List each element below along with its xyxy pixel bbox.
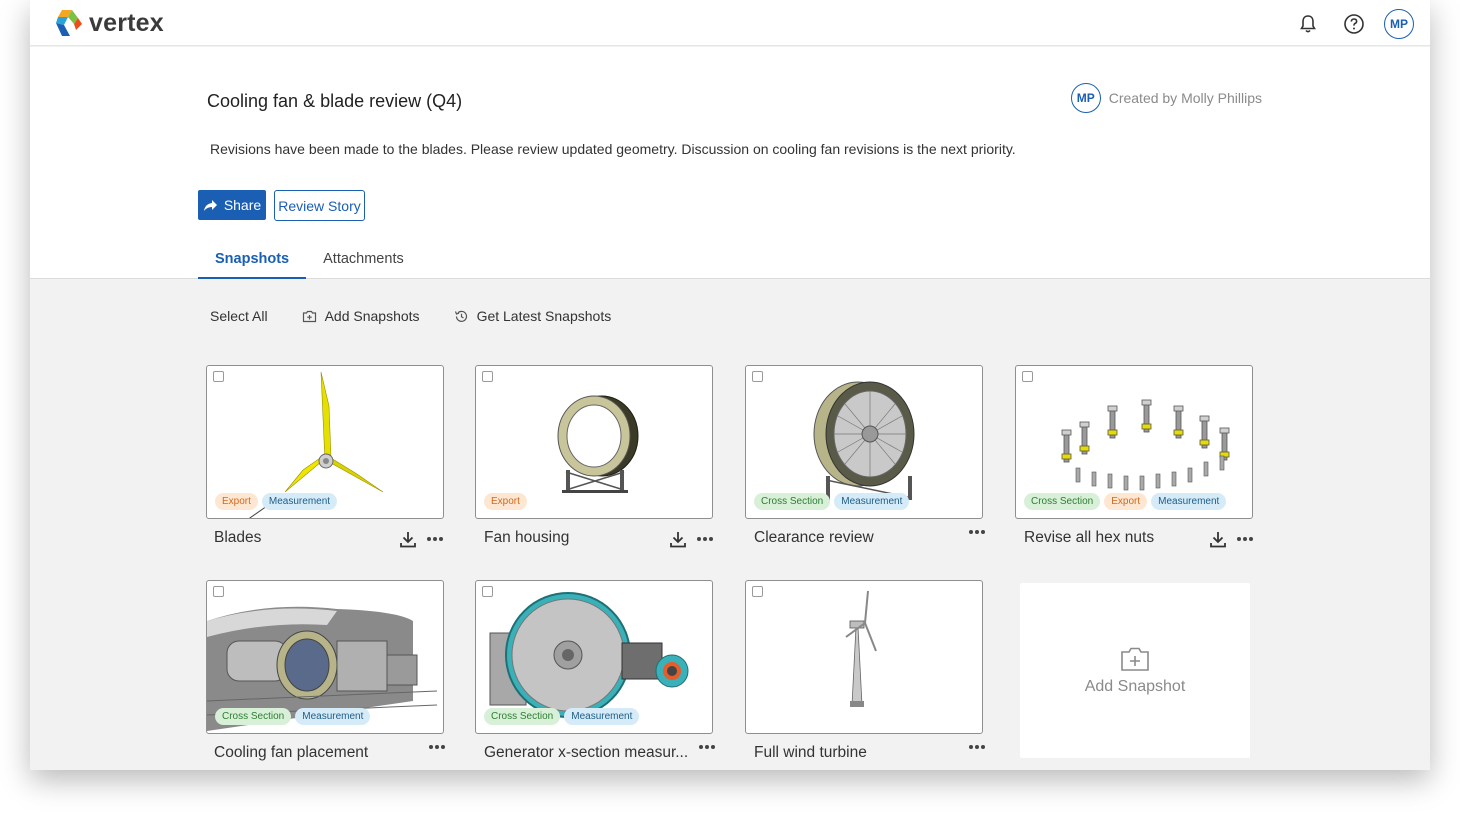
snapshot-checkbox[interactable] <box>752 586 763 597</box>
download-icon[interactable] <box>668 529 688 549</box>
snapshot-label[interactable]: Cooling fan placement <box>214 744 394 762</box>
tag-cross-section: Cross Section <box>484 708 561 725</box>
help-icon <box>1344 14 1364 34</box>
snapshot-checkbox[interactable] <box>213 371 224 382</box>
review-story-button[interactable]: Review Story <box>274 190 365 221</box>
story-title: Cooling fan & blade review (Q4) <box>207 91 463 111</box>
more-options-icon[interactable] <box>698 744 716 750</box>
tab-snapshots[interactable]: Snapshots <box>198 243 307 279</box>
snapshot-card-generator-x-section[interactable]: Cross Section Measurement <box>475 580 713 734</box>
more-options-icon[interactable] <box>696 536 714 542</box>
creator-info: MP Created by Molly Phillips <box>1070 83 1262 113</box>
add-snapshot-card[interactable]: Add Snapshot <box>1020 583 1250 758</box>
created-by-text: Created by Molly Phillips <box>1108 90 1262 106</box>
more-options-icon[interactable] <box>968 744 986 750</box>
add-camera-icon <box>302 310 316 322</box>
tag-measurement: Measurement <box>261 493 338 510</box>
snapshot-label[interactable]: Generator x-section measur... <box>484 744 694 762</box>
story-header: Cooling fan & blade review (Q4) MP Creat… <box>30 47 1430 279</box>
help-button[interactable] <box>1338 8 1370 40</box>
notifications-button[interactable] <box>1292 8 1324 40</box>
snapshot-card-cooling-fan-placement[interactable]: Cross Section Measurement <box>206 580 444 734</box>
tag-measurement: Measurement <box>564 708 640 725</box>
snapshot-label[interactable]: Fan housing <box>484 529 664 547</box>
snapshot-checkbox[interactable] <box>1022 371 1033 382</box>
app-window: vertex MP Cooling fan & blade review (Q4… <box>30 0 1430 770</box>
get-latest-snapshots-button[interactable]: Get Latest Snapshots <box>454 308 612 324</box>
share-arrow-icon <box>203 199 217 211</box>
app-name: vertex <box>89 8 164 37</box>
add-snapshots-label: Add Snapshots <box>324 308 420 324</box>
tag-cross-section: Cross Section <box>1024 493 1101 510</box>
share-label: Share <box>223 197 262 213</box>
tag-measurement: Measurement <box>834 493 910 510</box>
more-options-icon[interactable] <box>1236 536 1254 542</box>
snapshot-label[interactable]: Blades <box>214 529 394 547</box>
tag-measurement: Measurement <box>295 708 371 725</box>
download-icon[interactable] <box>1208 529 1228 549</box>
snapshot-card-full-wind-turbine[interactable] <box>745 580 983 734</box>
bell-icon <box>1300 15 1316 33</box>
snapshot-card-blades[interactable]: Export Measurement <box>206 365 444 519</box>
more-options-icon[interactable] <box>426 536 444 542</box>
user-avatar[interactable]: MP <box>1384 9 1414 39</box>
snapshot-label[interactable]: Revise all hex nuts <box>1024 529 1204 547</box>
add-snapshots-button[interactable]: Add Snapshots <box>302 308 420 324</box>
tag-measurement: Measurement <box>1151 493 1227 510</box>
story-description: Revisions have been made to the blades. … <box>210 141 1016 157</box>
snapshot-card-clearance-review[interactable]: Cross Section Measurement <box>745 365 983 519</box>
select-all-button[interactable]: Select All <box>210 308 268 324</box>
snapshot-checkbox[interactable] <box>213 586 224 597</box>
add-snapshot-label: Add Snapshot <box>1084 677 1186 695</box>
snapshot-label[interactable]: Clearance review <box>754 529 934 547</box>
tag-export: Export <box>484 493 527 510</box>
creator-avatar: MP <box>1070 83 1101 113</box>
snapshot-toolbar: Select All Add Snapshots Get Latest Snap… <box>210 308 611 324</box>
snapshot-checkbox[interactable] <box>482 586 493 597</box>
snapshot-card-revise-all-hex-nuts[interactable]: Cross Section Export Measurement <box>1015 365 1253 519</box>
select-all-label: Select All <box>210 308 268 324</box>
top-bar: vertex MP <box>30 0 1430 46</box>
wind-turbine-thumbnail <box>845 590 877 707</box>
share-button[interactable]: Share <box>198 190 266 220</box>
tag-export: Export <box>215 493 258 510</box>
download-icon[interactable] <box>398 529 418 549</box>
snapshot-checkbox[interactable] <box>482 371 493 382</box>
more-options-icon[interactable] <box>968 529 986 535</box>
get-latest-label: Get Latest Snapshots <box>476 308 612 324</box>
snapshot-label[interactable]: Full wind turbine <box>754 744 934 762</box>
add-camera-icon <box>1121 647 1149 671</box>
tab-bar: Snapshots Attachments <box>198 243 421 279</box>
snapshot-card-fan-housing[interactable]: Export <box>475 365 713 519</box>
tab-attachments[interactable]: Attachments <box>306 243 421 279</box>
vertex-logo-icon <box>56 10 82 36</box>
snapshot-checkbox[interactable] <box>752 371 763 382</box>
history-icon <box>454 310 467 322</box>
vertex-logo[interactable]: vertex <box>54 8 164 38</box>
more-options-icon[interactable] <box>428 744 446 750</box>
tag-cross-section: Cross Section <box>215 708 292 725</box>
tag-export: Export <box>1104 493 1148 510</box>
tag-cross-section: Cross Section <box>754 493 831 510</box>
